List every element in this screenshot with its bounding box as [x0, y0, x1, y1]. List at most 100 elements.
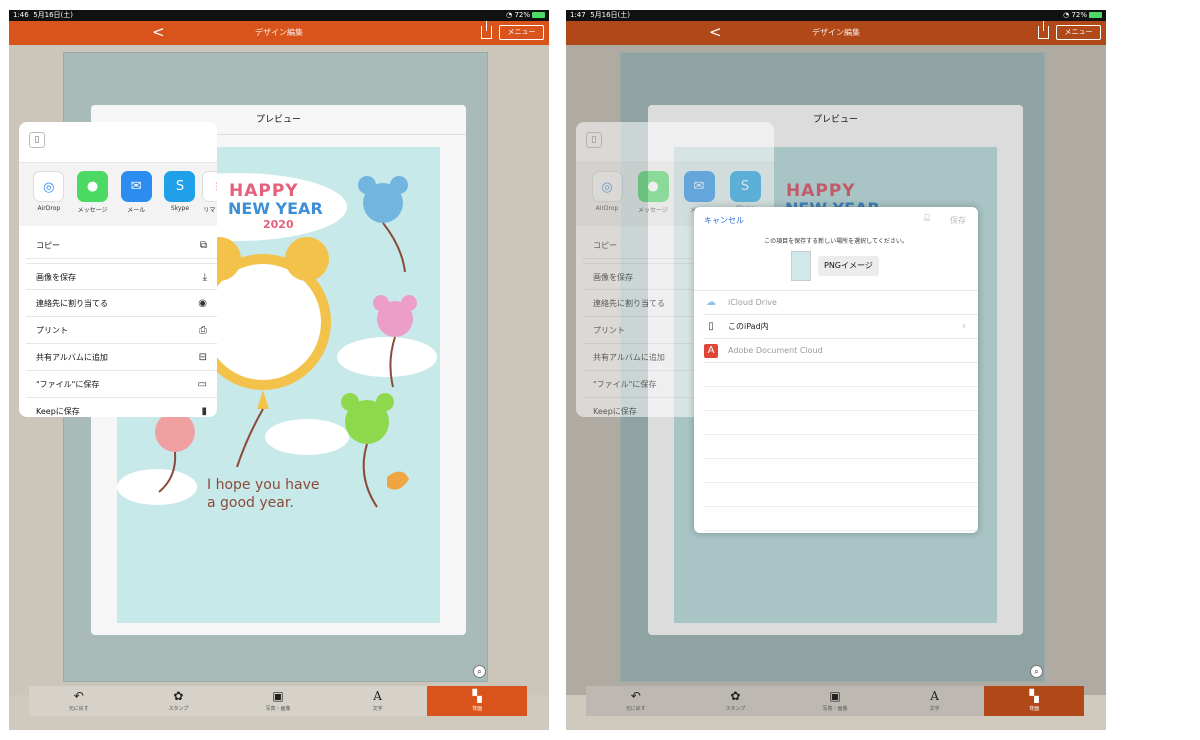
toolbar-background[interactable]: ▚ 背面 [984, 686, 1084, 716]
action-label: 連絡先に割り当てる [593, 299, 665, 308]
file-location-picker: キャンセル ⌸ 保存 この項目を保存する新しい場所を選択してください。 PNGイ… [694, 207, 978, 533]
action-label: "ファイル"に保存 [593, 380, 657, 389]
action-label: プリント [593, 326, 625, 335]
nav-bar: < デザイン編集 メニュー [566, 21, 1106, 45]
toolbar-label: 写真・画像 [822, 706, 848, 712]
location-on-my-ipad[interactable]: ▯ このiPad内 › [704, 315, 978, 339]
toolbar-background[interactable]: ▚ 背面 [427, 686, 527, 716]
app-label: AirDrop [595, 205, 619, 212]
menu-button[interactable]: メニュー [499, 25, 544, 40]
action-label: 共有アルバムに追加 [593, 353, 665, 362]
card-new-year-text: NEW YEAR [228, 199, 323, 218]
empty-row [704, 387, 978, 411]
mail-icon: ✉ [683, 171, 715, 202]
toolbar-text[interactable]: A 文字 [885, 686, 985, 716]
share-app-reminders[interactable]: ⁝ リマ [201, 163, 217, 226]
left-screen: 1:46 5月16日(土) ◔ 72% < デザイン編集 メニュー ⌕ プレビュ… [9, 10, 549, 730]
share-icon[interactable] [1038, 21, 1049, 39]
action-print[interactable]: プリント ⎙ [26, 317, 217, 344]
share-actions: コピー ⧉ 画像を保存 ⤓ 連絡先に割り当てる ◉ プリント ⎙ 共有アルバムに追加 ⊟ … [26, 232, 217, 417]
action-label: コピー [593, 241, 617, 250]
zoom-icon[interactable]: ⌕ [1030, 665, 1043, 678]
location-icloud-drive[interactable]: ☁ iCloud Drive [704, 291, 978, 315]
share-app-messages[interactable]: ● メッセージ [630, 163, 676, 226]
menu-button[interactable]: メニュー [1056, 25, 1101, 40]
toolbar-label: 文字 [372, 706, 383, 712]
share-app-mail[interactable]: ✉ メール [114, 163, 158, 226]
toolbar-label: 元に戻す [68, 706, 89, 712]
share-app-airdrop[interactable]: ◎ AirDrop [584, 163, 630, 226]
action-save-to-keep[interactable]: Keepに保存 ▮ [26, 398, 217, 417]
app-label: メール [127, 207, 146, 214]
copy-icon: ⧉ [199, 240, 207, 251]
contact-icon: ◉ [198, 298, 207, 309]
toolbar-undo[interactable]: ↶ 元に戻す [586, 686, 686, 716]
cancel-button[interactable]: キャンセル [704, 215, 744, 226]
action-label: 画像を保存 [593, 273, 633, 282]
zoom-icon[interactable]: ⌕ [473, 665, 486, 678]
print-icon: ⎙ [199, 325, 207, 336]
stamp-icon: ✿ [730, 689, 741, 703]
toolbar-label: スタンプ [725, 706, 746, 712]
toolbar-text[interactable]: A 文字 [328, 686, 428, 716]
save-button[interactable]: 保存 [950, 215, 966, 226]
share-app-messages[interactable]: ● メッセージ [71, 163, 115, 226]
toolbar-undo[interactable]: ↶ 元に戻す [29, 686, 129, 716]
battery-text: 72% [514, 11, 530, 19]
share-sheet: ▯ ◎ AirDrop ● メッセージ ✉ メール S Skype ⁝ リマ コピー ⧉ 画… [19, 122, 217, 417]
messages-icon: ● [77, 171, 109, 202]
card-message-line2: a good year. [207, 495, 294, 511]
action-copy[interactable]: コピー ⧉ [26, 232, 217, 259]
empty-row [704, 459, 978, 483]
share-app-skype[interactable]: S Skype [158, 163, 202, 226]
toolbar-label: 背面 [1029, 706, 1040, 712]
location-adobe-document-cloud[interactable]: A Adobe Document Cloud [704, 339, 978, 363]
file-thumbnail [791, 251, 811, 281]
battery-text: 72% [1071, 11, 1087, 19]
layer-icon: ▚ [1029, 689, 1039, 703]
toolbar-label: スタンプ [168, 706, 189, 712]
picker-instruction: この項目を保存する新しい場所を選択してください。 [764, 238, 908, 245]
save-image-icon: ⤓ [202, 272, 207, 283]
action-label: 共有アルバムに追加 [36, 353, 108, 362]
stamp-icon: ✿ [173, 689, 184, 703]
app-label: リマ [203, 207, 216, 214]
battery-icon [532, 12, 545, 18]
bookmark-icon: ▮ [201, 406, 207, 417]
status-bar: 1:46 5月16日(土) ◔ 72% [9, 10, 549, 21]
share-apps-row: ◎ AirDrop ● メッセージ ✉ メール S Skype ⁝ リマ [19, 162, 217, 226]
action-save-image[interactable]: 画像を保存 ⤓ [26, 263, 217, 290]
right-screen: 1:47 5月16日(土) ◔ 72% < デザイン編集 メニュー ⌕ プレビュ… [566, 10, 1106, 730]
toolbar-label: 元に戻す [625, 706, 646, 712]
status-date: 5月16日(土) [590, 11, 631, 19]
new-folder-icon[interactable]: ⌸ [924, 213, 930, 224]
share-app-airdrop[interactable]: ◎ AirDrop [27, 163, 71, 226]
text-icon: A [373, 689, 382, 703]
app-label: Skype [170, 205, 190, 212]
action-save-to-files[interactable]: "ファイル"に保存 ▭ [26, 371, 217, 398]
location-label: iCloud Drive [728, 298, 777, 307]
toolbar-photo[interactable]: ▣ 写真・画像 [228, 686, 328, 716]
toolbar-stamp[interactable]: ✿ スタンプ [686, 686, 786, 716]
toolbar-stamp[interactable]: ✿ スタンプ [129, 686, 229, 716]
share-icon[interactable] [481, 21, 492, 39]
action-shared-album[interactable]: 共有アルバムに追加 ⊟ [26, 344, 217, 371]
wifi-icon: ◔ [506, 11, 513, 19]
file-name-field[interactable]: PNGイメージ [818, 256, 879, 276]
card-message-line1: I hope you have [207, 477, 320, 493]
shared-album-icon: ⊟ [198, 352, 207, 363]
status-date: 5月16日(土) [33, 11, 74, 19]
folder-icon: ▭ [197, 379, 207, 390]
location-label: このiPad内 [728, 322, 769, 331]
action-label: コピー [36, 241, 60, 250]
status-time: 1:47 [570, 11, 586, 19]
app-label: メッセージ [638, 207, 668, 214]
battery-icon [1089, 12, 1102, 18]
empty-row [704, 363, 978, 387]
skype-icon: S [729, 171, 761, 202]
toolbar-photo[interactable]: ▣ 写真・画像 [785, 686, 885, 716]
bottom-toolbar: ↶ 元に戻す ✿ スタンプ ▣ 写真・画像 A 文字 ▚ 背面 [586, 686, 1084, 716]
icloud-icon: ☁ [706, 297, 716, 308]
action-assign-contact[interactable]: 連絡先に割り当てる ◉ [26, 290, 217, 317]
toolbar-label: 背面 [472, 706, 483, 712]
